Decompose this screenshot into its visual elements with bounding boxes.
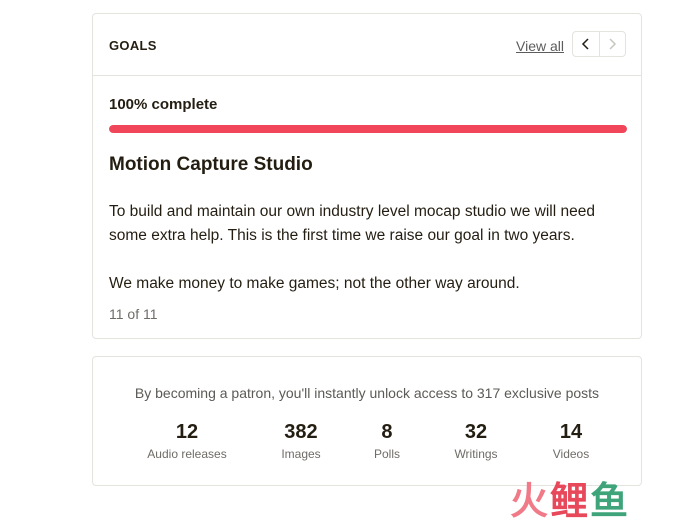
- stat-value: 14: [559, 421, 583, 443]
- stat-label: Writings: [454, 447, 498, 461]
- stat-images: 382 Images: [281, 420, 320, 461]
- goal-description-paragraph: To build and maintain our own industry l…: [109, 203, 595, 244]
- stat-value: 12: [175, 421, 199, 443]
- progress-bar-fill: [109, 125, 627, 133]
- watermark-logo: 火鲤鱼: [510, 470, 630, 525]
- chevron-right-icon: [609, 38, 617, 50]
- watermark-char: 鲤: [550, 479, 591, 523]
- stat-label: Videos: [552, 447, 590, 461]
- goal-counter: 11 of 11: [109, 306, 158, 322]
- progress-bar: [109, 125, 627, 133]
- chevron-left-icon: [581, 38, 589, 50]
- view-all-link[interactable]: View all: [516, 38, 564, 54]
- stat-videos: 14 Videos: [553, 420, 589, 461]
- stat-value: 8: [381, 421, 393, 443]
- stat-value: 382: [284, 421, 318, 443]
- progress-label: 100% complete: [109, 96, 218, 113]
- goal-title: Motion Capture Studio: [109, 154, 313, 175]
- stat-label: Polls: [373, 447, 401, 461]
- stat-audio-releases: 12 Audio releases: [147, 420, 226, 461]
- goals-pager: [572, 31, 626, 57]
- goal-description-paragraph: We make money to make games; not the oth…: [109, 275, 520, 292]
- stat-label: Images: [281, 447, 321, 461]
- stat-label: Audio releases: [147, 447, 227, 461]
- patron-stats-card: By becoming a patron, you'll instantly u…: [92, 356, 642, 486]
- goals-header: GOALS View all: [93, 14, 641, 76]
- goals-title: GOALS: [109, 38, 157, 53]
- goal-description: To build and maintain our own industry l…: [109, 200, 629, 296]
- stats-intro: By becoming a patron, you'll instantly u…: [134, 385, 600, 401]
- stat-polls: 8 Polls: [374, 420, 400, 461]
- previous-goal-button[interactable]: [573, 32, 599, 56]
- next-goal-button[interactable]: [598, 32, 626, 56]
- stat-writings: 32 Writings: [454, 420, 497, 461]
- goals-card: GOALS View all 100% complete Motion Capt…: [92, 13, 642, 339]
- stat-value: 32: [464, 421, 488, 443]
- watermark-char: 鱼: [590, 479, 631, 523]
- watermark-char: 火: [510, 479, 551, 523]
